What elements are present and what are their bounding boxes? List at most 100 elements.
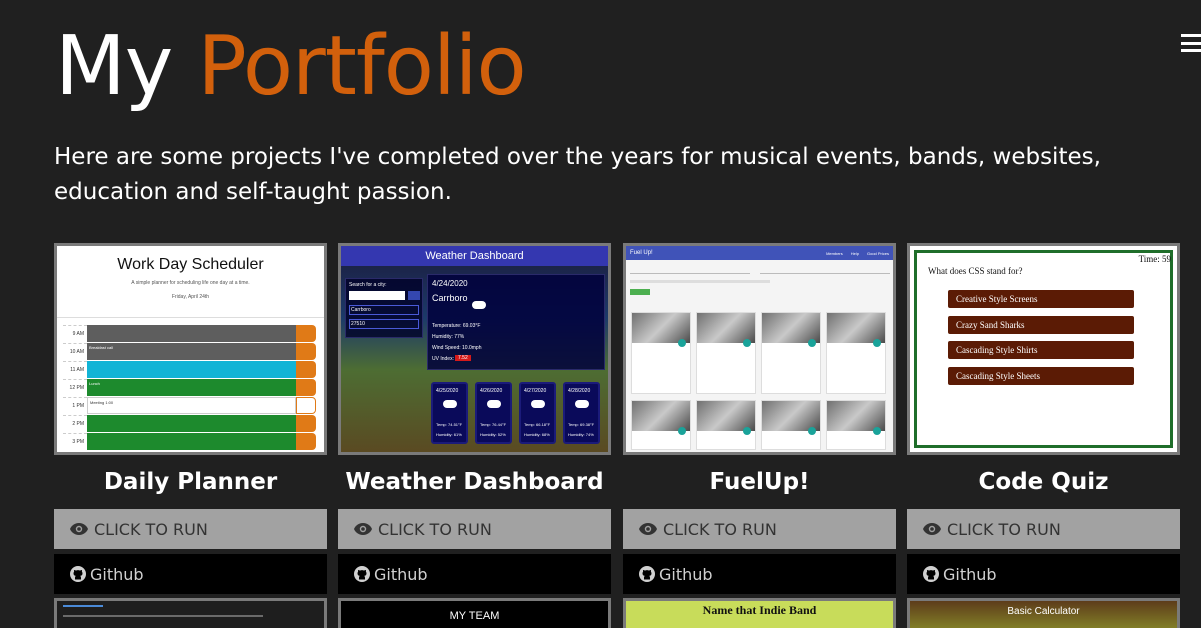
project-thumbnail[interactable]: Work Day Scheduler A simple planner for … xyxy=(54,243,327,455)
thumb-subheading: A simple planner for scheduling life one… xyxy=(131,280,250,286)
project-card-weather-dashboard: Weather Dashboard Search for a city: Car… xyxy=(338,243,611,594)
project-card-daily-planner: Work Day Scheduler A simple planner for … xyxy=(54,243,327,594)
project-thumbnail[interactable]: Time: 59 What does CSS stand for? Creati… xyxy=(907,243,1180,455)
project-title: FuelUp! xyxy=(709,469,810,495)
forecast-date: 4/27/2020 xyxy=(524,388,547,394)
forecast-temp: Temp: 76.44°F xyxy=(480,422,507,427)
current-city: Carrboro xyxy=(432,293,468,303)
github-button[interactable]: Github xyxy=(54,554,327,594)
station-card xyxy=(761,400,821,450)
title-part1: My xyxy=(55,19,173,114)
station-image xyxy=(632,401,690,435)
station-image xyxy=(827,313,885,347)
project-thumbnail[interactable]: Weather Dashboard Search for a city: Car… xyxy=(338,243,611,455)
city-history-item: Carrboro xyxy=(349,305,419,315)
planner-event: Breakfast call xyxy=(87,343,296,360)
forecast-humidity: Humidity: 68% xyxy=(524,432,550,437)
temperature: Temperature: 69.03°F xyxy=(432,323,481,329)
planner-event xyxy=(87,415,296,432)
station-image xyxy=(697,401,755,435)
station-image xyxy=(697,313,755,347)
github-icon xyxy=(70,566,86,582)
planner-event xyxy=(87,361,296,378)
project-card-code-quiz: Time: 59 What does CSS stand for? Creati… xyxy=(907,243,1180,594)
thumb-heading: MY TEAM xyxy=(449,610,500,622)
planner-hour: 1 PM xyxy=(63,397,87,414)
quiz-timer: Time: 59 xyxy=(1138,254,1171,264)
save-icon xyxy=(296,433,316,450)
planner-hour: 12 PM xyxy=(63,379,87,396)
menu-bar xyxy=(1181,49,1201,52)
github-label: Github xyxy=(374,564,428,584)
project-thumbnail[interactable]: Fuel Up! Members Help Good Prices xyxy=(623,243,896,455)
run-label: CLICK TO RUN xyxy=(947,519,1061,539)
planner-hour: 11 AM xyxy=(63,361,87,378)
run-button[interactable]: CLICK TO RUN xyxy=(907,509,1180,549)
eye-icon xyxy=(70,523,88,535)
project-thumbnail-row2[interactable]: MY TEAM xyxy=(338,598,611,628)
save-icon xyxy=(296,361,316,378)
forecast-date: 4/28/2020 xyxy=(568,388,591,394)
run-button[interactable]: CLICK TO RUN xyxy=(623,509,896,549)
run-button[interactable]: CLICK TO RUN xyxy=(338,509,611,549)
forecast-temp: Temp: 69.38°F xyxy=(568,422,595,427)
project-thumbnail-row2[interactable] xyxy=(54,598,327,628)
github-button[interactable]: Github xyxy=(623,554,896,594)
station-card xyxy=(696,400,756,450)
thumb-heading: Basic Calculator xyxy=(1007,606,1080,617)
github-label: Github xyxy=(943,564,997,584)
github-button[interactable]: Github xyxy=(338,554,611,594)
planner-row: 10 AM Breakfast call xyxy=(63,343,316,360)
project-thumbnail-row2[interactable]: Basic Calculator xyxy=(907,598,1180,628)
save-icon xyxy=(296,397,316,414)
project-title: Code Quiz xyxy=(978,469,1109,495)
forecast-temp: Temp: 74.51°F xyxy=(436,422,463,427)
project-title: Weather Dashboard xyxy=(345,469,604,495)
project-thumbnail-row2[interactable]: Name that Indie Band xyxy=(623,598,896,628)
current-date: 4/24/2020 xyxy=(432,279,468,288)
run-button[interactable]: CLICK TO RUN xyxy=(54,509,327,549)
search-field xyxy=(349,291,405,300)
run-label: CLICK TO RUN xyxy=(378,519,492,539)
fuelup-text xyxy=(630,280,770,283)
planner-hour: 3 PM xyxy=(63,433,87,450)
station-image xyxy=(762,401,820,435)
quiz-question: What does CSS stand for? xyxy=(928,266,1023,276)
planner-event: Lunch xyxy=(87,379,296,396)
github-icon xyxy=(639,566,655,582)
planner-event xyxy=(87,325,296,342)
forecast-card: 4/25/2020 Temp: 74.51°F Humidity: 61% xyxy=(431,382,468,444)
city-search-panel: Search for a city: Carrboro 27510 xyxy=(345,278,423,338)
station-card xyxy=(826,400,886,450)
page-title: My Portfolio xyxy=(55,14,527,120)
cloud-icon xyxy=(531,400,545,408)
search-label: Search for a city: xyxy=(349,282,387,288)
run-label: CLICK TO RUN xyxy=(94,519,208,539)
forecast-date: 4/26/2020 xyxy=(480,388,503,394)
thumb-heading: Name that Indie Band xyxy=(702,603,817,617)
menu-icon[interactable] xyxy=(1181,33,1201,53)
station-image xyxy=(827,401,885,435)
station-card xyxy=(631,312,691,394)
station-card xyxy=(696,312,756,394)
github-button[interactable]: Github xyxy=(907,554,1180,594)
project-title: Daily Planner xyxy=(103,469,278,495)
cloud-icon xyxy=(575,400,589,408)
station-card xyxy=(826,312,886,394)
cloud-icon xyxy=(487,400,501,408)
current-weather-panel: 4/24/2020 Carrboro Temperature: 69.03°F … xyxy=(427,274,605,370)
code-line xyxy=(63,605,103,607)
planner-row: 11 AM xyxy=(63,361,316,378)
github-icon xyxy=(923,566,939,582)
eye-icon xyxy=(639,523,657,535)
quiz-answer: Cascading Style Sheets xyxy=(948,367,1134,385)
city-history-item: 27510 xyxy=(349,319,419,329)
planner-hour: 10 AM xyxy=(63,343,87,360)
project-card-fuelup: Fuel Up! Members Help Good Prices FuelUp… xyxy=(623,243,896,594)
title-part2: Portfolio xyxy=(197,19,526,114)
fuelup-nav-item: Good Prices xyxy=(866,250,889,256)
fuelup-submit xyxy=(630,289,650,295)
forecast-humidity: Humidity: 52% xyxy=(480,432,506,437)
quiz-answer: Cascading Style Shirts xyxy=(948,341,1134,359)
fuelup-input xyxy=(630,266,750,274)
